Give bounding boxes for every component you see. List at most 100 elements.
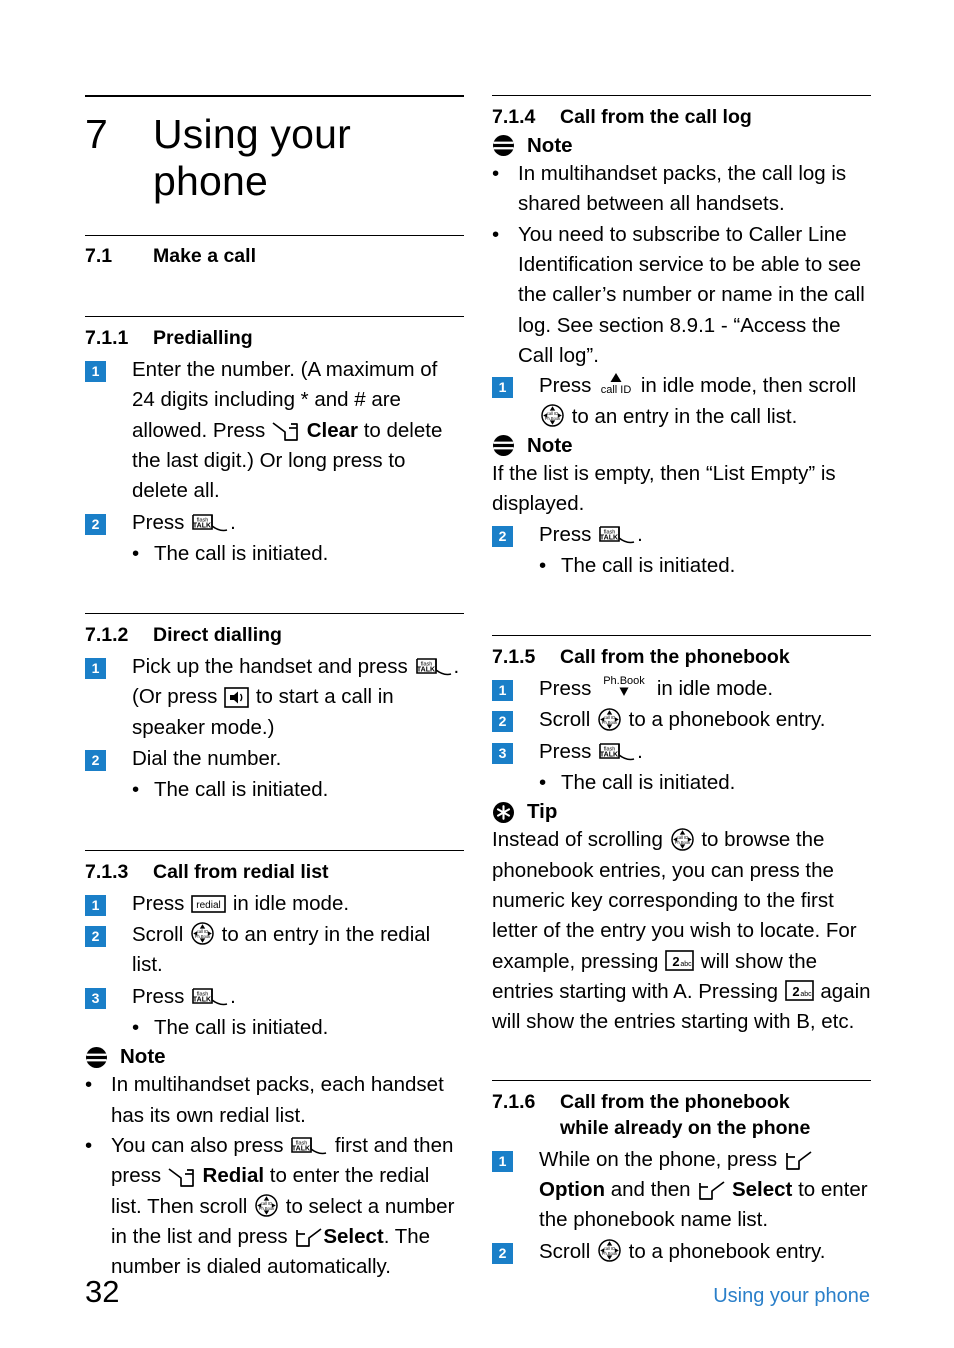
manual-page: 7 Using your phone 7.1 Make a call 7.1.1… bbox=[0, 0, 954, 1348]
flash-talk-key-icon: flash TALK bbox=[289, 1135, 329, 1157]
step-715-3-bullet: • The call is initiated. bbox=[539, 768, 871, 798]
svg-text:Ph.Book: Ph.Book bbox=[603, 675, 645, 687]
step-712-2-bullet: • The call is initiated. bbox=[132, 775, 464, 805]
section-heading-716: 7.1.6 Call from the phonebook while alrea… bbox=[492, 1090, 871, 1142]
numeric-key-2-icon: 2 abc bbox=[784, 979, 815, 1003]
step-715-1: 1 Press Ph.Book in idle mode. bbox=[492, 674, 871, 704]
step-text: Press call ID in idle mode, then scroll … bbox=[539, 371, 871, 432]
note-label: Note bbox=[527, 433, 573, 457]
step-713-3-bullet: • The call is initiated. bbox=[132, 1013, 464, 1043]
section-715-number: 7.1.5 bbox=[492, 646, 536, 669]
section-716-title-line1: Call from the phonebook bbox=[560, 1090, 790, 1113]
note-icon bbox=[492, 434, 515, 457]
step-badge: 1 bbox=[492, 680, 513, 702]
step-714-1: 1 Press call ID in idle mode, then scrol… bbox=[492, 371, 871, 432]
bullet-text: The call is initiated. bbox=[154, 541, 329, 565]
section-712-number: 7.1.2 bbox=[85, 624, 129, 647]
svg-text:abc: abc bbox=[800, 991, 812, 998]
svg-text:Ph.Book: Ph.Book bbox=[602, 1251, 618, 1256]
svg-text:call ID: call ID bbox=[601, 384, 632, 396]
softkey-label-option: Option bbox=[539, 1177, 606, 1201]
bullet-dot: • bbox=[492, 161, 500, 185]
bullet-text: You need to subscribe to Caller Line Ide… bbox=[518, 222, 865, 367]
section-713-number: 7.1.3 bbox=[85, 860, 129, 883]
step-badge: 2 bbox=[492, 1242, 513, 1264]
tip-text-part: Instead of scrolling bbox=[492, 828, 663, 852]
bullet-dot: • bbox=[132, 541, 140, 565]
bullet-text: The call is initiated. bbox=[154, 1016, 329, 1040]
svg-text:abc: abc bbox=[680, 961, 692, 968]
flash-talk-key-icon: flash TALK bbox=[190, 986, 230, 1008]
step-text: Press flash TALK. bbox=[539, 520, 871, 550]
step-text-part: in idle mode. bbox=[232, 891, 350, 915]
bullet-dot: • bbox=[132, 778, 140, 802]
flash-talk-key-icon: flash TALK bbox=[597, 524, 637, 546]
section-713-title: Call from redial list bbox=[153, 860, 329, 883]
step-text-part: While on the phone, press bbox=[539, 1147, 778, 1171]
bullet-dot: • bbox=[85, 1073, 93, 1097]
step-text-part: Press bbox=[132, 510, 185, 534]
svg-text:TALK: TALK bbox=[600, 752, 618, 759]
step-badge: 2 bbox=[492, 711, 513, 733]
step-text-part: Press bbox=[539, 522, 592, 546]
step-badge: 3 bbox=[492, 742, 513, 764]
numeric-key-2-icon: 2 abc bbox=[664, 949, 695, 973]
step-text: Press flash TALK. bbox=[132, 508, 464, 538]
step-text-part: in idle mode. bbox=[656, 677, 774, 701]
section-heading-71: 7.1 Make a call bbox=[85, 245, 464, 268]
flash-talk-key-icon: flash TALK bbox=[190, 512, 230, 534]
svg-text:TALK: TALK bbox=[416, 667, 434, 674]
step-text-part: Press bbox=[132, 984, 185, 1008]
bullet-dot: • bbox=[132, 1016, 140, 1040]
navigation-scroll-key-icon: call ID Ph.Book bbox=[669, 827, 696, 852]
section-heading-715: 7.1.5 Call from the phonebook bbox=[492, 645, 871, 671]
step-badge: 1 bbox=[492, 1150, 513, 1172]
step-text: Pick up the handset and press flash TALK.… bbox=[132, 652, 464, 743]
section-714-rule bbox=[492, 95, 871, 96]
section-716-number: 7.1.6 bbox=[492, 1090, 536, 1113]
section-716-title-line2: while already on the phone bbox=[560, 1116, 811, 1139]
step-badge: 2 bbox=[85, 513, 106, 535]
bullet-text: The call is initiated. bbox=[154, 778, 329, 802]
step-712-2: 2 Dial the number. bbox=[85, 744, 464, 774]
navigation-scroll-key-icon: call ID Ph.Book bbox=[596, 1238, 623, 1263]
step-714-2: 2 Press flash TALK. bbox=[492, 520, 871, 550]
running-title: Using your phone bbox=[713, 1285, 870, 1307]
note-714-bullet-1: • In multihandset packs, the call log is… bbox=[492, 159, 871, 220]
svg-text:2: 2 bbox=[792, 984, 799, 999]
bullet-text: You can also press flash TALK first and t… bbox=[111, 1131, 464, 1283]
chapter-title-text: Using your phone bbox=[153, 111, 351, 204]
chapter-rule bbox=[85, 95, 464, 97]
step-text-part: . bbox=[637, 739, 643, 763]
page-number: 32 bbox=[85, 1274, 120, 1309]
note-714-bullet-2: • You need to subscribe to Caller Line I… bbox=[492, 220, 871, 372]
tip-icon bbox=[492, 801, 515, 824]
page-footer: 32 Using your phone bbox=[85, 1274, 870, 1310]
bullet-text: The call is initiated. bbox=[561, 771, 736, 795]
svg-text:Ph.Book: Ph.Book bbox=[674, 840, 690, 845]
step-badge: 3 bbox=[85, 987, 106, 1009]
step-text-part: Pick up the handset and press bbox=[132, 655, 408, 679]
section-712-title: Direct dialling bbox=[153, 624, 282, 647]
step-text-part: to a phonebook entry. bbox=[628, 1239, 826, 1263]
step-711-1: 1 Enter the number. (A maximum of 24 dig… bbox=[85, 355, 464, 507]
section-714-title: Call from the call log bbox=[560, 106, 752, 128]
note-713-bullet-1: • In multihandset packs, each handset ha… bbox=[85, 1070, 464, 1131]
step-text: Dial the number. bbox=[132, 747, 282, 771]
left-softkey-icon bbox=[167, 1167, 197, 1188]
tip-callout-715: Tip bbox=[492, 800, 871, 824]
step-text: Scroll call ID Ph.Book to a phonebook ent… bbox=[539, 705, 871, 735]
chapter-title: 7 Using your phone bbox=[85, 111, 464, 205]
right-softkey-icon bbox=[783, 1150, 813, 1171]
step-text-part: Scroll bbox=[539, 708, 591, 732]
section-715-title: Call from the phonebook bbox=[560, 646, 790, 669]
step-716-2: 2 Scroll call ID Ph.Book to a phonebook e… bbox=[492, 1237, 871, 1267]
chapter-number: 7 bbox=[85, 111, 109, 157]
right-softkey-icon bbox=[293, 1227, 323, 1248]
speaker-key-icon bbox=[223, 686, 250, 709]
bullet-text: In multihandset packs, the call log is s… bbox=[518, 161, 847, 216]
bullet-text: The call is initiated. bbox=[561, 553, 736, 577]
call-id-key-icon: call ID bbox=[597, 372, 635, 396]
step-text-part: in idle mode, then scroll bbox=[640, 374, 857, 398]
note-label: Note bbox=[120, 1045, 166, 1069]
